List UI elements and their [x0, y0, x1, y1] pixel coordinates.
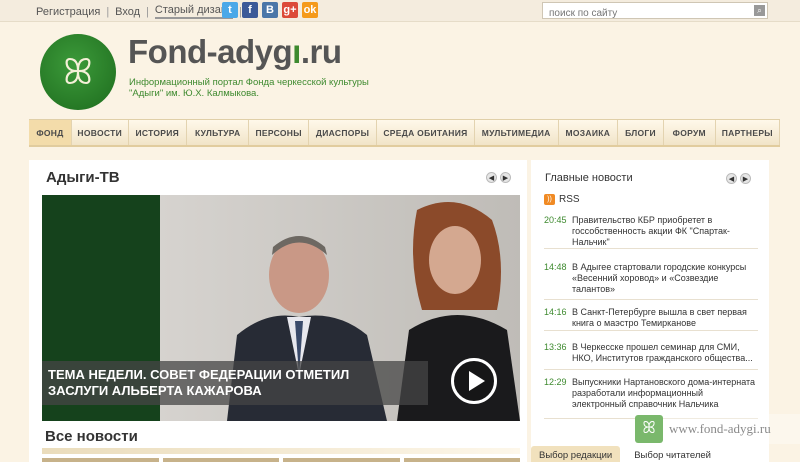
nav-item[interactable]: СРЕДА ОБИТАНИЯ — [377, 120, 475, 145]
site-title[interactable]: Fond-adygı.ru — [128, 33, 342, 71]
nav-item[interactable]: МОЗАИКА — [559, 120, 619, 145]
nav-item[interactable]: ПАРТНЕРЫ — [716, 120, 781, 145]
nav-item[interactable]: НОВОСТИ — [72, 120, 129, 145]
search-input[interactable] — [543, 6, 743, 21]
news-time: 14:16 — [544, 307, 567, 317]
tv-section-title: Адыги-ТВ — [46, 169, 120, 186]
news-headline[interactable]: Выпускники Нартановского дома-интерната … — [572, 377, 758, 410]
nav-item[interactable]: БЛОГИ — [618, 120, 664, 145]
search-box: ⌕ — [542, 2, 768, 21]
google-plus-icon[interactable]: g+ — [282, 2, 298, 18]
nav-item[interactable]: ФОРУМ — [664, 120, 716, 145]
tagline-line-2: "Адыги" им. Ю.Х. Калмыкова. — [129, 88, 259, 99]
register-link[interactable]: Регистрация — [36, 6, 100, 18]
news-item[interactable]: 14:16 В Санкт-Петербурге вышла в свет пер… — [544, 307, 758, 331]
separator: | — [146, 5, 149, 18]
news-time: 14:48 — [544, 262, 567, 272]
news-item[interactable]: 20:45 Правительство КБР приобретет в госс… — [544, 215, 758, 249]
news-time: 12:29 — [544, 377, 567, 387]
nav-item[interactable]: ДИАСПОРЫ — [309, 120, 378, 145]
prev-arrow-icon[interactable]: ◀ — [726, 173, 737, 184]
odnoklassniki-icon[interactable]: ok — [302, 2, 318, 18]
video-caption-line-2: ЗАСЛУГИ АЛЬБЕРТА КАЖАРОВА — [48, 383, 262, 398]
video-player[interactable]: ТЕМА НЕДЕЛИ. СОВЕТ ФЕДЕРАЦИИ ОТМЕТИЛ ЗАС… — [42, 195, 520, 421]
all-news-underline — [42, 448, 520, 454]
separator: | — [106, 5, 110, 18]
prev-arrow-icon[interactable]: ◀ — [486, 172, 497, 183]
facebook-icon[interactable]: f — [242, 2, 258, 18]
news-thumbnail[interactable] — [283, 458, 400, 462]
play-icon[interactable] — [451, 358, 497, 404]
nav-item[interactable]: МУЛЬТИМЕДИА — [475, 120, 559, 145]
next-arrow-icon[interactable]: ▶ — [740, 173, 751, 184]
news-headline[interactable]: Правительство КБР приобретет в госсобств… — [572, 215, 758, 248]
main-news-pager: ◀ ▶ — [726, 173, 751, 184]
login-link[interactable]: Вход — [115, 6, 140, 18]
news-thumbnail[interactable] — [42, 458, 159, 462]
news-item[interactable]: 14:48 В Адыгее стартовали городские конку… — [544, 262, 758, 300]
site-title-i-icon: ı — [292, 33, 301, 70]
search-icon[interactable]: ⌕ — [754, 5, 765, 16]
top-bar: Регистрация | Вход | Старый дизайн | tfB… — [0, 0, 800, 22]
news-headline[interactable]: В Черкесске прошел семинар для СМИ, НКО,… — [572, 342, 758, 364]
video-caption-line-1: ТЕМА НЕДЕЛИ. СОВЕТ ФЕДЕРАЦИИ ОТМЕТИЛ — [48, 367, 350, 382]
rss-link[interactable]: )) RSS — [544, 194, 580, 205]
news-item[interactable]: 13:36 В Черкесске прошел семинар для СМИ,… — [544, 342, 758, 370]
selection-tabs: Выбор редакции Выбор читателей — [531, 446, 769, 462]
rss-label: RSS — [559, 194, 580, 205]
nav-item[interactable]: ИСТОРИЯ — [129, 120, 188, 145]
watermark-text: www.fond-adygi.ru — [669, 421, 771, 436]
watermark: ꕤ www.fond-adygi.ru — [635, 414, 800, 444]
tab-editors-choice[interactable]: Выбор редакции — [531, 446, 621, 462]
tv-pager: ◀ ▶ — [486, 172, 511, 183]
site-title-main: Fond-adyg — [128, 33, 293, 70]
news-thumbnail[interactable] — [403, 458, 520, 462]
news-time: 13:36 — [544, 342, 567, 352]
all-news-title[interactable]: Все новости — [45, 428, 138, 445]
nav-item[interactable]: ФОНД — [29, 120, 72, 145]
nav-item[interactable]: КУЛЬТУРА — [187, 120, 250, 145]
watermark-logo-icon: ꕤ — [635, 415, 663, 443]
news-item[interactable]: 12:29 Выпускники Нартановского дома-интер… — [544, 377, 758, 419]
dancer-figure-icon: ꕤ — [63, 51, 93, 92]
main-news-title: Главные новости — [545, 172, 633, 184]
next-arrow-icon[interactable]: ▶ — [500, 172, 511, 183]
tab-readers-choice[interactable]: Выбор читателей — [626, 446, 719, 462]
vkontakte-icon[interactable]: B — [262, 2, 278, 18]
site-tagline: Информационный портал Фонда черкесской к… — [129, 77, 389, 99]
site-title-domain: .ru — [300, 33, 342, 70]
news-thumbnails — [42, 458, 520, 462]
tagline-line-1: Информационный портал Фонда черкесской к… — [129, 77, 369, 88]
news-thumbnail[interactable] — [162, 458, 279, 462]
top-links: Регистрация | Вход | Старый дизайн | — [36, 4, 248, 19]
twitter-icon[interactable]: t — [222, 2, 238, 18]
social-icons: t f Bg+ ok — [222, 2, 318, 18]
main-nav: ФОНД НОВОСТИ ИСТОРИЯ КУЛЬТУРА ПЕРСОНЫ ДИАСПОР… — [29, 119, 781, 147]
news-time: 20:45 — [544, 215, 567, 225]
news-headline[interactable]: В Адыгее стартовали городские конкурсы «… — [572, 262, 758, 295]
site-logo[interactable]: ꕤ — [40, 34, 116, 110]
rss-icon: )) — [544, 194, 555, 205]
video-caption[interactable]: ТЕМА НЕДЕЛИ. СОВЕТ ФЕДЕРАЦИИ ОТМЕТИЛ ЗАС… — [48, 367, 428, 399]
nav-item[interactable]: ПЕРСОНЫ — [249, 120, 309, 145]
news-headline[interactable]: В Санкт-Петербурге вышла в свет первая к… — [572, 307, 758, 329]
